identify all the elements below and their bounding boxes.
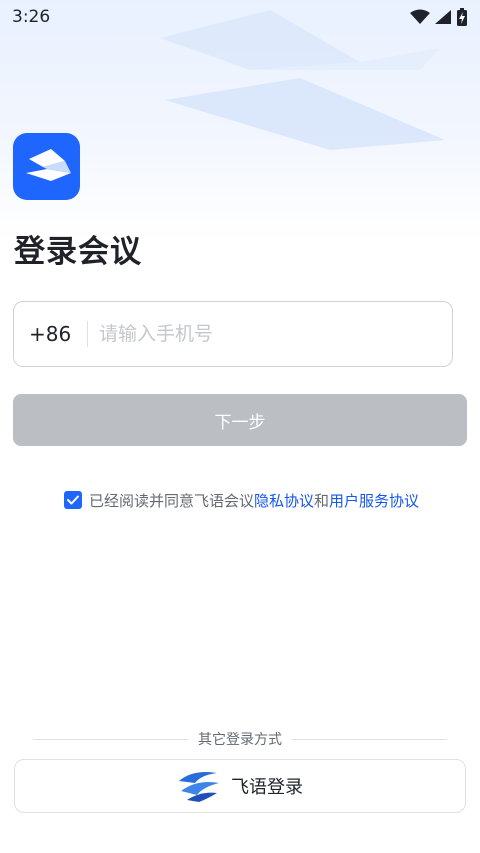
- wifi-icon: [410, 9, 430, 24]
- agreement-text: 已经阅读并同意飞语会议: [89, 491, 255, 510]
- agreement-and-text: 和: [314, 491, 330, 510]
- divider-line-left: [33, 738, 188, 740]
- agreement-row: 已经阅读并同意飞语会议 隐私协议和用户服务协议: [64, 489, 419, 511]
- checkmark-icon: [67, 495, 79, 505]
- other-login-label: 其它登录方式: [198, 732, 282, 748]
- feiyu-logo-icon: [179, 772, 219, 802]
- other-login-divider: 其它登录方式: [33, 728, 447, 750]
- phone-input-box[interactable]: +86: [13, 301, 453, 367]
- app-logo: [13, 133, 80, 200]
- feiyu-login-button[interactable]: 飞语登录: [14, 759, 466, 813]
- phone-number-input[interactable]: [99, 323, 429, 345]
- next-step-button[interactable]: 下一步: [13, 394, 467, 446]
- input-divider: [87, 321, 88, 347]
- status-time: 3:26: [12, 7, 51, 27]
- feiyu-login-label: 飞语登录: [231, 777, 303, 798]
- privacy-policy-link[interactable]: 隐私协议: [254, 490, 314, 511]
- battery-icon: [457, 8, 467, 26]
- divider-line-right: [292, 738, 447, 740]
- page-title: 登录会议: [14, 234, 142, 270]
- paper-plane-decoration: [160, 10, 445, 150]
- user-service-agreement-link[interactable]: 用户服务协议: [329, 490, 419, 511]
- agreement-checkbox[interactable]: [64, 491, 82, 509]
- signal-icon: [435, 10, 451, 24]
- status-bar: 3:26: [0, 0, 480, 34]
- paper-plane-logo-icon: [25, 148, 71, 181]
- status-icons: [410, 8, 468, 26]
- country-code-selector[interactable]: +86: [29, 322, 77, 346]
